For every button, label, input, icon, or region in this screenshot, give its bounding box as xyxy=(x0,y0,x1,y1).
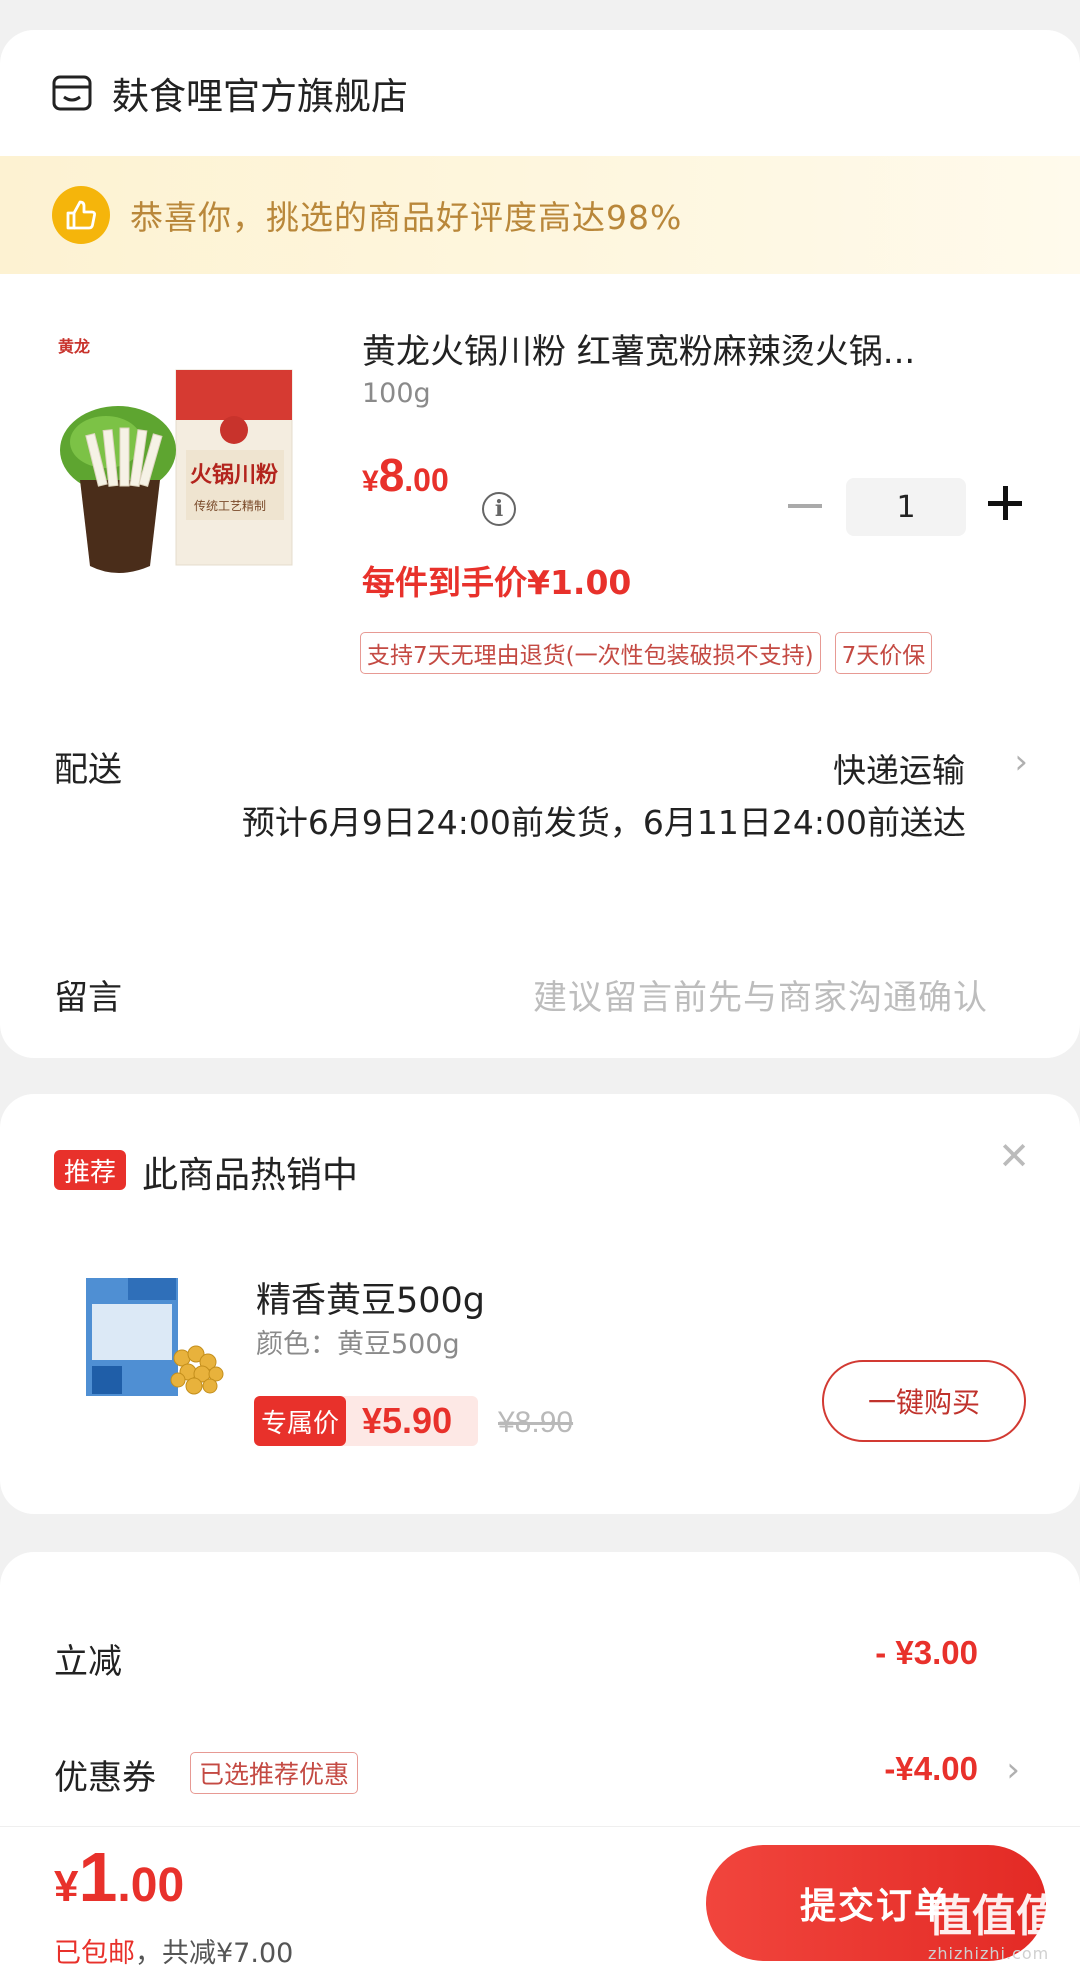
quantity-value[interactable]: 1 xyxy=(846,478,966,536)
total-saved: ，共减¥7.00 xyxy=(135,1938,294,1969)
price-protect-tag: 7天价保 xyxy=(834,632,933,674)
coupon-value[interactable]: -¥4.00 xyxy=(884,1750,978,1788)
quantity-decrease-button[interactable] xyxy=(788,504,822,508)
price-currency: ¥ xyxy=(362,465,379,498)
quantity-increase-button[interactable] xyxy=(988,486,1022,520)
delivery-estimate: 预计6月9日24:00前发货，6月11日24:00前送达 xyxy=(241,803,966,842)
recommend-price: ¥5.90 xyxy=(362,1400,453,1441)
coupon-selected-tag: 已选推荐优惠 xyxy=(190,1752,359,1794)
product-package-text: 火锅川粉 xyxy=(190,462,278,488)
store-name: 麸食哩官方旗舰店 xyxy=(112,75,408,118)
remark-label: 留言 xyxy=(54,978,122,1018)
recommend-title: 此商品热销中 xyxy=(142,1155,359,1196)
recommend-old-price: ¥8.90 xyxy=(498,1406,574,1439)
price-decimal: .00 xyxy=(404,462,449,498)
total-currency: ¥ xyxy=(54,1862,79,1911)
product-spec: 100g xyxy=(362,378,431,409)
price-integer: 8 xyxy=(378,449,405,501)
product-price: ¥8.00 xyxy=(362,448,449,502)
return-policy-tag: 支持7天无理由退货(一次性包装破损不支持) xyxy=(360,632,821,674)
chevron-right-icon[interactable]: › xyxy=(1014,742,1028,782)
recommend-card: 推荐 此商品热销中 ✕ 精香黄豆500g 颜色：黄豆500g 专属价 ¥5.90… xyxy=(0,1094,1080,1514)
product-image[interactable]: 黄龙 火锅川粉 传统工艺精制 xyxy=(58,330,308,610)
store-row[interactable]: 麸食哩官方旗舰店 xyxy=(0,30,1080,156)
order-card: 麸食哩官方旗舰店 恭喜你，挑选的商品好评度高达98% 黄龙 火锅川粉 传统工艺精… xyxy=(0,30,1080,1058)
price-info-icon[interactable]: i xyxy=(482,492,516,526)
recommend-product-image[interactable] xyxy=(78,1274,228,1404)
total-decimal: .00 xyxy=(117,1859,185,1912)
chevron-right-icon[interactable]: › xyxy=(1006,1750,1020,1790)
praise-banner: 恭喜你，挑选的商品好评度高达98% xyxy=(0,156,1080,274)
exclusive-price-badge: 专属价 xyxy=(254,1396,346,1446)
total-summary: 已包邮，共减¥7.00 xyxy=(54,1931,293,1970)
total-integer: 1 xyxy=(78,1838,118,1916)
product-brand-logo: 黄龙 xyxy=(58,337,90,356)
one-click-buy-button[interactable]: 一键购买 xyxy=(822,1360,1026,1442)
recommend-product-name[interactable]: 精香黄豆500g xyxy=(256,1272,485,1323)
service-tags: 支持7天无理由退货(一次性包装破损不支持) 7天价保 xyxy=(360,632,933,674)
delivery-method[interactable]: 快递运输 xyxy=(833,744,965,792)
product-title[interactable]: 黄龙火锅川粉 红薯宽粉麻辣烫火锅... xyxy=(362,324,1002,373)
recommend-badge: 推荐 xyxy=(54,1150,126,1190)
remark-input[interactable]: 建议留言前先与商家沟通确认 xyxy=(533,970,988,1019)
watermark-url: zhizhizhi.com xyxy=(928,1944,1050,1963)
total-price: ¥1.00 xyxy=(54,1837,184,1917)
praise-text: 恭喜你，挑选的商品好评度高达98% xyxy=(130,198,683,237)
thumbs-up-icon xyxy=(52,186,110,244)
store-icon xyxy=(52,75,92,111)
coupon-label: 优惠券 xyxy=(54,1758,156,1798)
final-price: 每件到手价¥1.00 xyxy=(362,563,632,602)
close-icon[interactable]: ✕ xyxy=(998,1134,1030,1178)
delivery-label: 配送 xyxy=(54,750,122,790)
recommend-price-box: 专属价 ¥5.90 xyxy=(254,1396,478,1446)
checkout-bar: ¥1.00 已包邮，共减¥7.00 提交订单 xyxy=(0,1826,1080,1977)
shipping-status: 已包邮 xyxy=(54,1938,135,1969)
recommend-product-spec: 颜色：黄豆500g xyxy=(256,1329,460,1360)
instant-discount-label: 立减 xyxy=(54,1642,122,1682)
product-package-sub: 传统工艺精制 xyxy=(194,498,266,513)
instant-discount-value: - ¥3.00 xyxy=(875,1634,978,1671)
